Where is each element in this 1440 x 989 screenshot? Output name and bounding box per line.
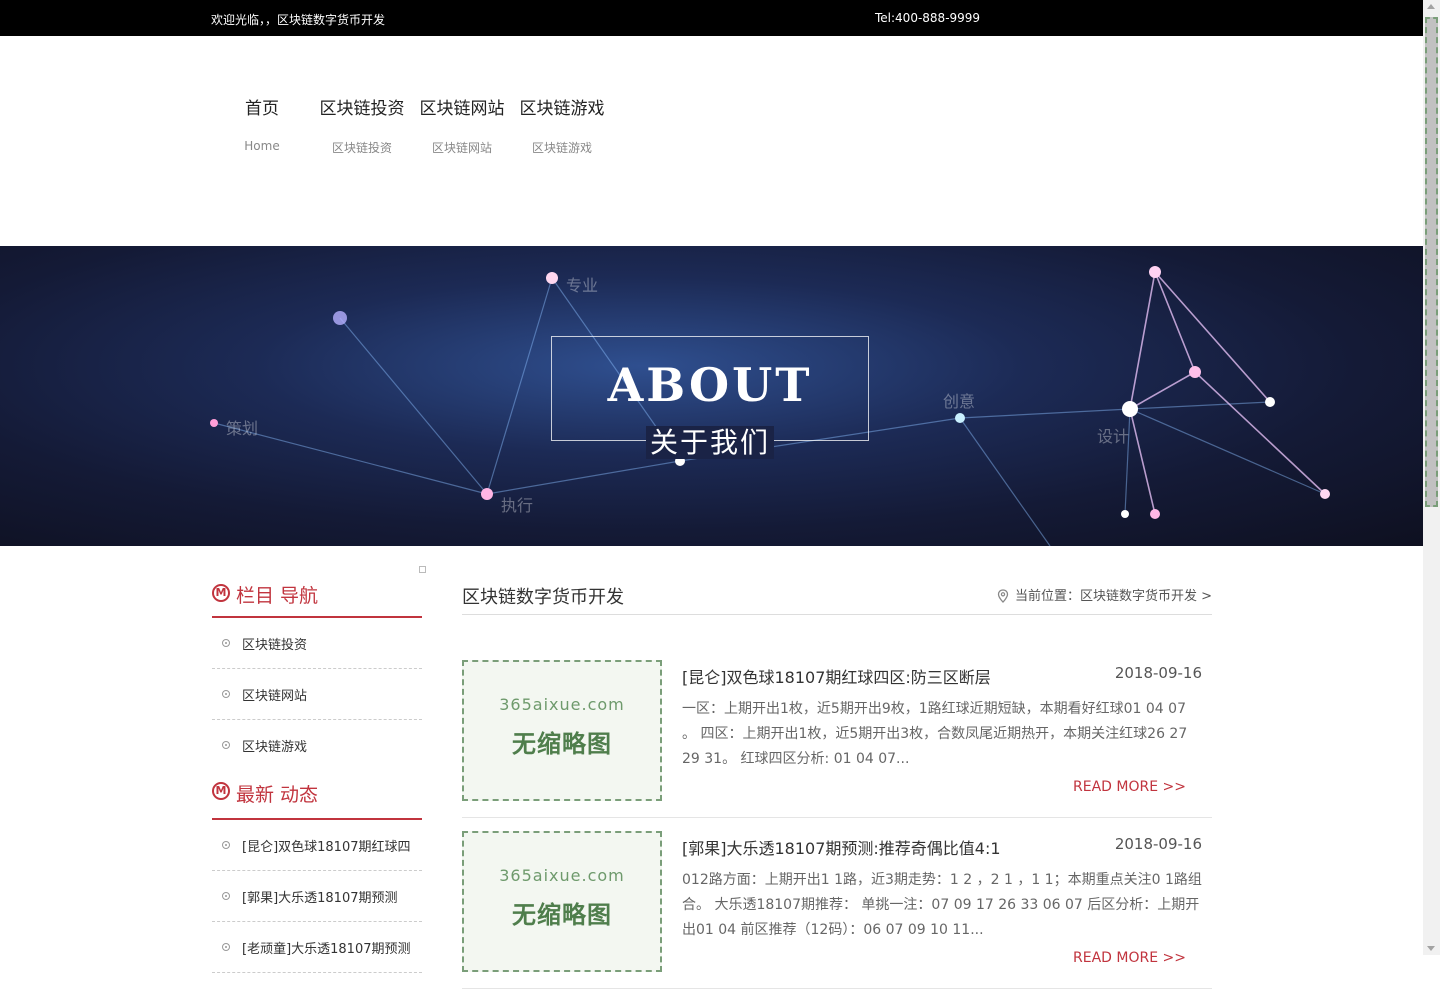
sidebar-item-label: 区块链游戏	[242, 740, 308, 755]
nav-sublabel: 区块链游戏	[531, 141, 592, 155]
nav-item-blockchain-game[interactable]: 区块链游戏 区块链游戏	[519, 94, 605, 156]
section-header: 区块链数字货币开发 当前位置：区块链数字货币开发 >	[462, 566, 1212, 615]
nav-item-home[interactable]: 首页 Home	[244, 94, 280, 153]
phone-number: Tel:400-888-9999	[875, 11, 981, 25]
about-title: ABOUT	[607, 358, 813, 412]
about-subtitle-text: 关于我们	[645, 426, 774, 459]
about-banner: 专业 策划 创意 设计 执行 ABOUT 关于我们	[0, 246, 1423, 546]
article-date: 2018-09-16	[1114, 835, 1202, 853]
article-summary: 012路方面：上期开出1 1路，近3期走势：1 2 ，2 1 ，1 1；本期重点…	[682, 872, 1202, 938]
article-thumbnail[interactable]: 365aixue.com 无缩略图	[462, 831, 662, 972]
banner-word: 设计	[1097, 427, 1130, 446]
bullet-icon	[222, 841, 230, 849]
location-pin-icon	[997, 589, 1009, 603]
section-title: 区块链数字货币开发	[462, 587, 624, 608]
scroll-up-icon[interactable]	[1427, 4, 1435, 9]
read-more-link[interactable]: READ MORE >>	[1073, 779, 1186, 795]
nav-sublabel: 区块链网站	[431, 141, 492, 155]
news-item-label: [老顽童]大乐透18107期预测	[242, 942, 411, 957]
breadcrumb: 当前位置：区块链数字货币开发 >	[997, 585, 1212, 604]
news-item[interactable]: [老顽童]大乐透18107期预测	[212, 922, 422, 973]
news-item[interactable]: [郭果]大乐透18107期预测	[212, 871, 422, 922]
m-logo-icon: M	[212, 782, 230, 800]
read-more-link[interactable]: READ MORE >>	[1073, 950, 1186, 966]
heading-text-b: 动态	[274, 784, 319, 806]
heading-text-a: 栏目	[236, 585, 275, 607]
top-bar: 欢迎光临，，区块链数字货币开发 Tel:400-888-9999	[0, 0, 1423, 36]
sidebar-item-game[interactable]: 区块链游戏	[212, 720, 422, 770]
banner-word: 策划	[226, 419, 259, 438]
article-title[interactable]: [郭果]大乐透18107期预测:推荐奇偶比值4:1	[682, 835, 1001, 859]
sidebar-news-heading: M 最新 动态	[212, 768, 422, 820]
thumbnail-site: 365aixue.com	[499, 866, 625, 885]
sidebar-item-label: 区块链投资	[242, 638, 308, 653]
news-item[interactable]: [昆仑]双色球18107期红球四	[212, 820, 422, 871]
nav-label: 区块链游戏	[519, 99, 605, 119]
article-thumbnail[interactable]: 365aixue.com 无缩略图	[462, 660, 662, 801]
sidebar-item-label: 区块链网站	[242, 689, 308, 704]
scrollbar-thumb[interactable]	[1425, 17, 1438, 507]
article-title[interactable]: [昆仑]双色球18107期红球四区:防三区断层	[682, 664, 991, 688]
article-date: 2018-09-16	[1114, 664, 1202, 682]
nav-item-blockchain-investment[interactable]: 区块链投资 区块链投资	[319, 94, 405, 156]
sidebar: M 栏目 导航 区块链投资 区块链网站 区块链游戏 M 最新 动态 [昆仑]双色…	[212, 566, 422, 973]
welcome-text: 欢迎光临，，区块链数字货币开发	[211, 13, 386, 27]
sidebar-nav-heading: M 栏目 导航	[212, 566, 422, 618]
bullet-icon	[222, 741, 230, 749]
nav-sublabel: 区块链投资	[331, 141, 392, 155]
bullet-icon	[222, 690, 230, 698]
sidebar-item-website[interactable]: 区块链网站	[212, 669, 422, 720]
nav-item-blockchain-website[interactable]: 区块链网站 区块链网站	[419, 94, 505, 156]
page-scrollbar[interactable]	[1423, 0, 1440, 955]
news-item-label: [昆仑]双色球18107期红球四	[242, 840, 411, 855]
nav-sublabel: Home	[244, 139, 280, 153]
article-item: 365aixue.com 无缩略图 [郭果]大乐透18107期预测:推荐奇偶比值…	[462, 831, 1212, 989]
about-subtitle: 关于我们	[551, 421, 869, 461]
thumbnail-placeholder: 无缩略图	[512, 901, 612, 929]
breadcrumb-text[interactable]: 当前位置：区块链数字货币开发 >	[1015, 589, 1212, 604]
sidebar-item-investment[interactable]: 区块链投资	[212, 618, 422, 669]
article-item: 365aixue.com 无缩略图 [昆仑]双色球18107期红球四区:防三区断…	[462, 660, 1212, 818]
nav-label: 区块链投资	[319, 99, 405, 119]
news-item-label: [郭果]大乐透18107期预测	[242, 891, 398, 906]
article-summary: 一区：上期开出1枚，近5期开出9枚，1路红球近期短缺，本期看好红球01 04 0…	[682, 701, 1188, 767]
thumbnail-placeholder: 无缩略图	[512, 730, 612, 758]
nav-label: 首页	[245, 99, 279, 119]
banner-word: 专业	[566, 276, 599, 295]
main-content: 区块链数字货币开发 当前位置：区块链数字货币开发 > 365aixue.com …	[462, 566, 1212, 989]
nav-label: 区块链网站	[419, 99, 505, 119]
m-logo-icon: M	[212, 584, 230, 602]
bullet-icon	[222, 639, 230, 647]
main-nav: 首页 Home 区块链投资 区块链投资 区块链网站 区块链网站 区块链游戏 区块…	[0, 36, 1423, 246]
banner-word: 创意	[943, 392, 976, 411]
thumbnail-site: 365aixue.com	[499, 695, 625, 714]
banner-word: 执行	[501, 496, 534, 515]
bullet-icon	[222, 943, 230, 951]
scroll-down-icon[interactable]	[1427, 946, 1435, 951]
heading-text-b: 导航	[274, 585, 319, 607]
heading-text-a: 最新	[236, 784, 275, 806]
bullet-icon	[222, 892, 230, 900]
